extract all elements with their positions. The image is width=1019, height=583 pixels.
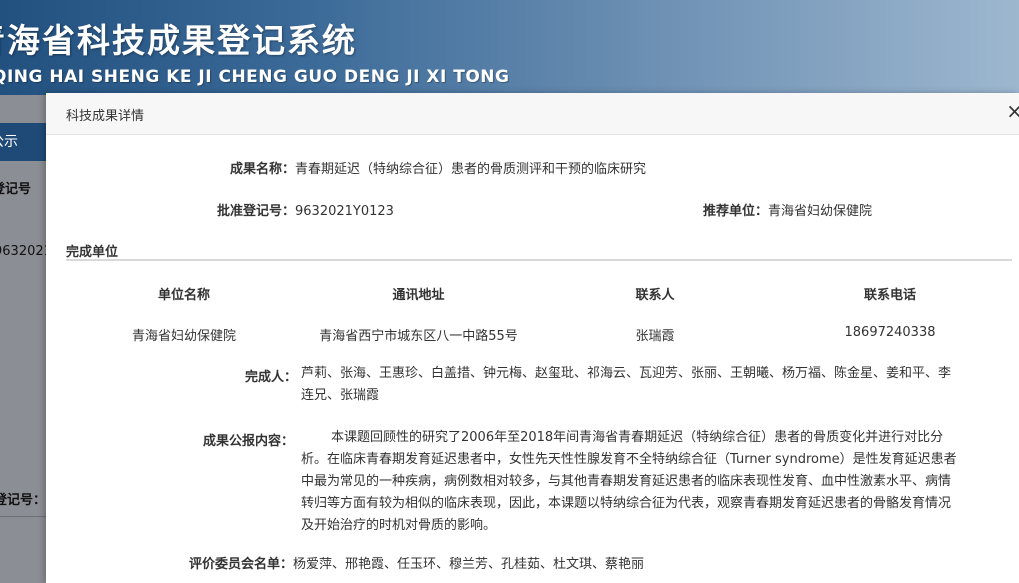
site-banner: 青海省科技成果登记系统 QING HAI SHENG KE JI CHENG G… [0, 0, 1019, 95]
background-tab-label: 公示 [0, 134, 18, 150]
table-header-contact: 联系人 [635, 288, 675, 303]
achievement-name-row: 成果名称：青春期延迟（特纳综合征）患者的骨质测评和干预的临床研究 [230, 158, 646, 177]
completers-line-2: 连兄、张瑞霞 [301, 388, 380, 403]
publicity-line-1: 本课题回顾性的研究了2006年至2018年间青海省青春期延迟（特纳综合征）患者的… [331, 430, 944, 445]
approval-no-row: 批准登记号：9632021Y0123 [217, 200, 394, 219]
completers-value: 芦莉、张海、王惠珍、白盖措、钟元梅、赵玺玭、祁海云、瓦迎芳、张丽、王朝曦、杨万福… [301, 363, 1011, 407]
table-cell-contact: 张瑞霞 [635, 329, 675, 344]
publicity-line-2: 析。在临床青春期发育延迟患者中，女性先天性性腺发育不全特纳综合征（Turner … [301, 452, 957, 467]
achievement-name-value: 青春期延迟（特纳综合征）患者的骨质测评和干预的临床研究 [295, 162, 647, 177]
completion-unit-section-title: 完成单位 [66, 245, 119, 260]
table-cell-address: 青海省西宁市城东区八一中路55号 [319, 329, 518, 344]
committee-label: 评价委员会名单： [189, 557, 294, 572]
background-tab-publicity[interactable]: 公示 [0, 123, 46, 161]
modal-title: 科技成果详情 [66, 109, 145, 124]
approval-no-label: 批准登记号： [217, 204, 296, 219]
site-title: 青海省科技成果登记系统 [0, 21, 357, 60]
section-divider [66, 259, 1012, 261]
publicity-line-3: 中最为常见的一种疾病，病例数相对较多，与其他青春期发育延迟患者的临床表现性发育、… [301, 474, 952, 489]
site-title-pinyin: QING HAI SHENG KE JI CHENG GUO DENG JI X… [0, 67, 510, 87]
recommender-value: 青海省妇幼保健院 [768, 204, 873, 219]
publicity-label: 成果公报内容： [203, 434, 295, 449]
committee-value: 杨爱萍、邢艳霞、任玉环、穆兰芳、孔桂茹、杜文琪、蔡艳丽 [293, 557, 645, 572]
achievement-name-label: 成果名称： [230, 162, 296, 177]
background-reg-label: 登记号 [0, 182, 32, 197]
table-header-address: 通讯地址 [392, 288, 445, 303]
close-icon[interactable]: × [1006, 101, 1019, 121]
approval-no-value: 9632021Y0123 [295, 204, 394, 219]
completers-label: 完成人： [245, 370, 298, 385]
publicity-line-4: 转归等方面有较为相似的临床表现，因此，本课题以特纳综合征为代表，观察青春期发育延… [301, 496, 952, 511]
achievement-detail-modal: 科技成果详情 × 成果名称：青春期延迟（特纳综合征）患者的骨质测评和干预的临床研… [46, 93, 1019, 583]
publicity-content: 本课题回顾性的研究了2006年至2018年间青海省青春期延迟（特纳综合征）患者的… [301, 427, 1011, 537]
recommender-label: 推荐单位： [703, 204, 769, 219]
modal-header: 科技成果详情 × [46, 93, 1019, 135]
table-header-unit-name: 单位名称 [157, 288, 210, 303]
table-cell-unit-name: 青海省妇幼保健院 [131, 329, 236, 344]
table-header-phone: 联系电话 [863, 288, 916, 303]
completers-line-1: 芦莉、张海、王惠珍、白盖措、钟元梅、赵玺玭、祁海云、瓦迎芳、张丽、王朝曦、杨万福… [301, 366, 952, 381]
recommender-row: 推荐单位：青海省妇幼保健院 [703, 200, 872, 219]
background-reg-label-2: 登记号： [0, 493, 47, 508]
committee-row: 评价委员会名单：杨爱萍、邢艳霞、任玉环、穆兰芳、孔桂茹、杜文琪、蔡艳丽 [189, 553, 644, 572]
publicity-line-5: 及开始治疗的时机对骨质的影响。 [301, 518, 497, 533]
table-cell-phone: 18697240338 [844, 325, 936, 340]
